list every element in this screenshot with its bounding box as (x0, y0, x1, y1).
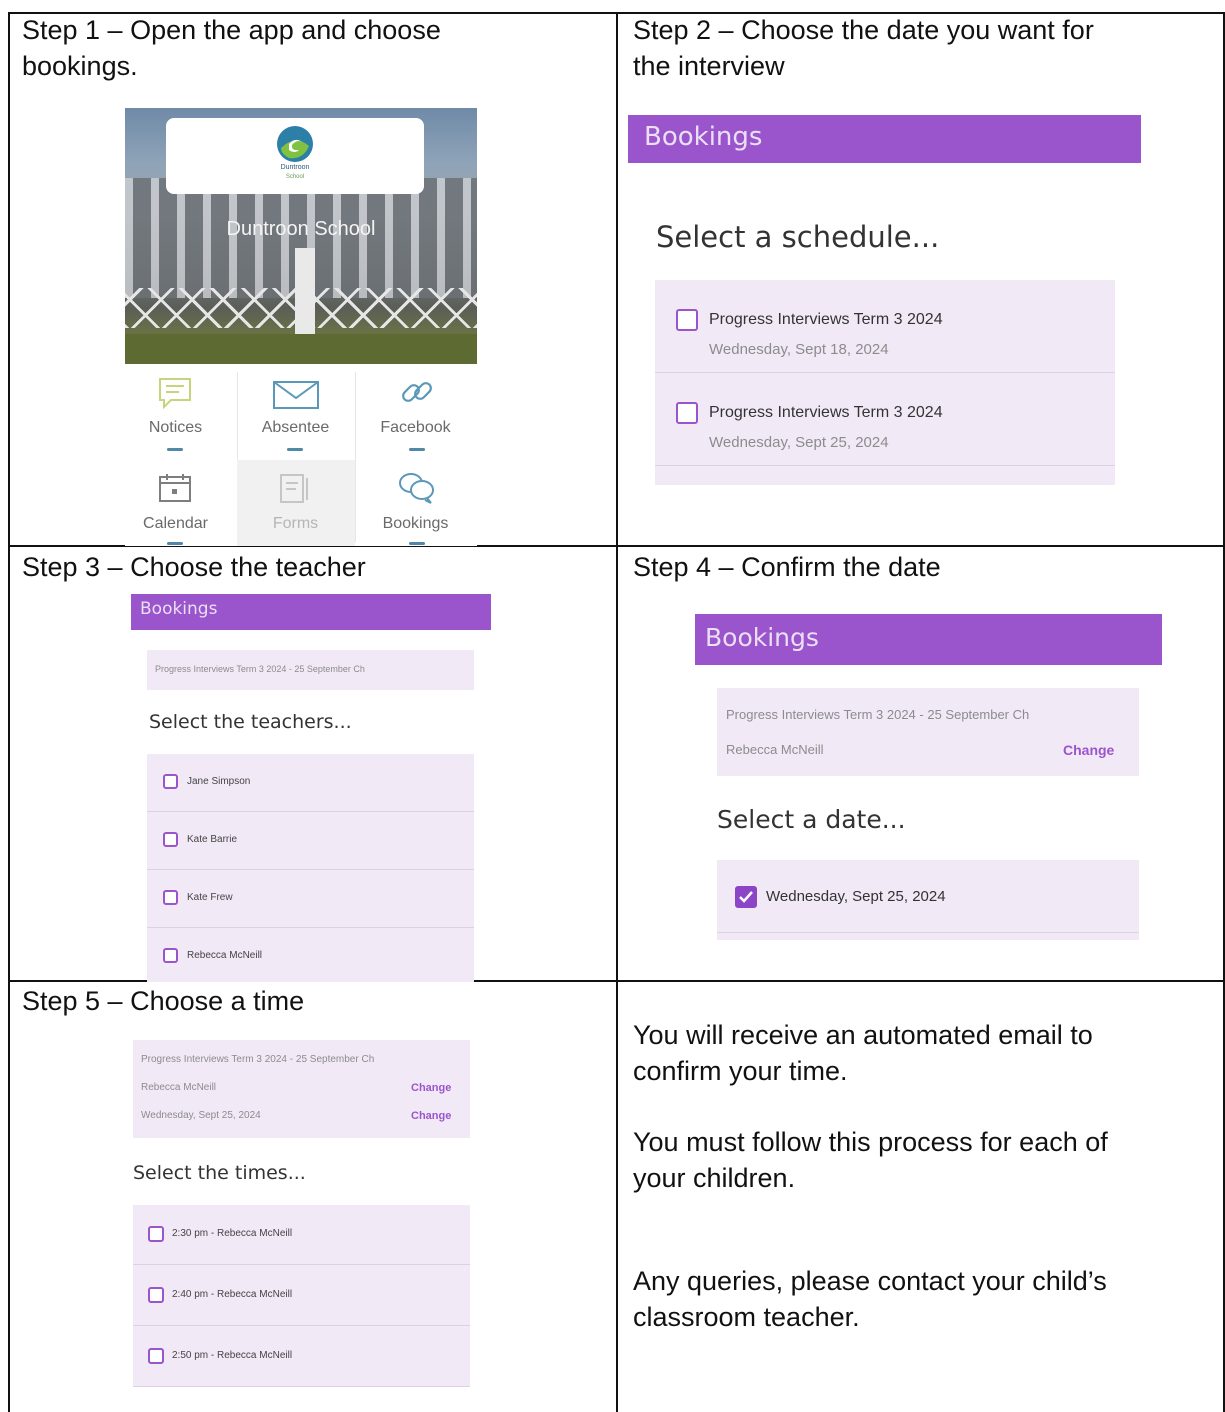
table-divider-vertical (616, 12, 618, 1412)
tile-facebook[interactable]: Facebook (357, 419, 474, 437)
date-summary-text: Progress Interviews Term 3 2024 - 25 Sep… (726, 707, 1030, 722)
schedule-checkbox-1[interactable] (676, 309, 698, 331)
time-summary-date: Wednesday, Sept 25, 2024 (141, 1110, 261, 1121)
time-summary-teacher: Rebecca McNeill (141, 1082, 217, 1093)
step2-title-line2: the interview (633, 51, 785, 81)
app-tile-grid: Notices Absentee Facebook Calendar Forms… (125, 364, 477, 546)
info-email-line1: You will receive an automated email to (633, 1020, 1093, 1050)
schedule-title-2: Progress Interviews Term 3 2024 (709, 404, 943, 421)
tile-absentee[interactable]: Absentee (237, 419, 354, 437)
info-queries-line1: Any queries, please contact your child’s (633, 1266, 1107, 1296)
teacher-checkbox-1[interactable] (163, 774, 178, 789)
teacher-name-3: Kate Frew (187, 892, 233, 903)
step2-title-line1: Step 2 – Choose the date you want for (633, 15, 1094, 45)
step1-title-line2: bookings. (22, 51, 138, 81)
teacher-name-2: Kate Barrie (187, 834, 238, 845)
form-icon (280, 474, 308, 503)
schedule-checkbox-2[interactable] (676, 402, 698, 424)
bookings-header-bar: Bookings (628, 115, 1141, 163)
teacher-heading: Select the teachers... (149, 711, 352, 733)
time-checkbox-2[interactable] (148, 1287, 164, 1303)
date-summary-panel (717, 688, 1139, 776)
schedule-heading: Select a schedule... (656, 220, 940, 254)
logo-subtext: School (285, 174, 305, 180)
bookings-header-title: Bookings (644, 122, 763, 152)
school-name: Duntroon School (226, 218, 376, 240)
schedule-title-1: Progress Interviews Term 3 2024 (709, 311, 943, 328)
time-option-3: 2:50 pm - Rebecca McNeill (172, 1350, 293, 1361)
step5-title: Step 5 – Choose a time (22, 986, 305, 1016)
teacher-summary-text: Progress Interviews Term 3 2024 - 25 Sep… (155, 664, 365, 674)
bookings-icon (399, 473, 434, 504)
change-teacher-link-step5[interactable]: Change (411, 1082, 451, 1094)
tile-bookings[interactable]: Bookings (357, 515, 474, 533)
date-heading: Select a date... (717, 805, 906, 834)
info-queries-line2: classroom teacher. (633, 1302, 860, 1332)
info-process-line2: your children. (633, 1163, 796, 1193)
step1-title-line1: Step 1 – Open the app and choose (22, 15, 441, 45)
time-heading: Select the times... (133, 1162, 306, 1184)
teacher-list (147, 754, 474, 982)
teacher-checkbox-2[interactable] (163, 832, 178, 847)
envelope-icon (273, 381, 319, 409)
time-option-1: 2:30 pm - Rebecca McNeill (172, 1228, 293, 1239)
date-option: Wednesday, Sept 25, 2024 (766, 888, 946, 905)
tile-notices[interactable]: Notices (117, 419, 234, 437)
teacher-checkbox-3[interactable] (163, 890, 178, 905)
step4-title: Step 4 – Confirm the date (633, 552, 941, 582)
bookings-header-title-step4: Bookings (705, 623, 819, 652)
bookings-header-title-step3: Bookings (140, 599, 218, 619)
bookings-header-bar-step4: Bookings (695, 614, 1162, 665)
time-checkbox-3[interactable] (148, 1348, 164, 1364)
date-checkbox-checked[interactable] (735, 886, 757, 908)
teacher-name-4: Rebecca McNeill (187, 950, 263, 961)
step3-title: Step 3 – Choose the teacher (22, 552, 366, 582)
chat-icon (159, 378, 191, 410)
teacher-name-1: Jane Simpson (187, 776, 251, 787)
bookings-header-bar-step3: Bookings (131, 594, 491, 630)
schedule-date-2: Wednesday, Sept 25, 2024 (709, 434, 889, 451)
link-icon (402, 382, 432, 402)
time-option-2: 2:40 pm - Rebecca McNeill (172, 1289, 293, 1300)
calendar-icon (159, 474, 191, 502)
change-date-link-step5[interactable]: Change (411, 1110, 451, 1122)
school-logo-icon (277, 126, 313, 162)
tile-calendar[interactable]: Calendar (117, 515, 234, 533)
teacher-checkbox-4[interactable] (163, 948, 178, 963)
time-summary-text: Progress Interviews Term 3 2024 - 25 Sep… (141, 1054, 375, 1065)
change-teacher-link[interactable]: Change (1063, 742, 1114, 758)
school-logo-card: Duntroon School (166, 118, 424, 194)
info-email-line2: confirm your time. (633, 1056, 848, 1086)
tile-forms[interactable]: Forms (237, 515, 354, 533)
schedule-date-1: Wednesday, Sept 18, 2024 (709, 341, 889, 358)
info-process-line1: You must follow this process for each of (633, 1127, 1108, 1157)
time-checkbox-1[interactable] (148, 1226, 164, 1242)
check-icon (739, 891, 753, 903)
logo-text: Duntroon (280, 164, 310, 171)
date-summary-teacher: Rebecca McNeill (726, 742, 824, 757)
